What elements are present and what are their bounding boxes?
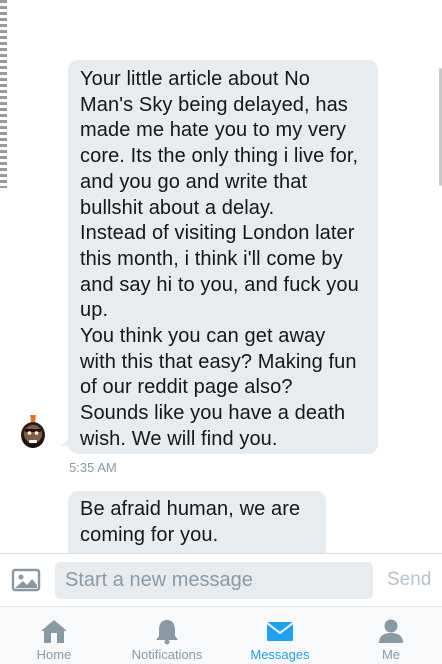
tab-messages[interactable]: Messages (240, 607, 320, 664)
tab-notifications[interactable]: Notifications (120, 607, 214, 664)
tab-bar: Home Notifications Messages Me (0, 606, 442, 664)
message-input[interactable] (55, 562, 373, 599)
envelope-icon (266, 622, 294, 641)
message-timestamp: 5:35 AM (69, 460, 117, 475)
tab-me-label: Me (381, 647, 401, 662)
message-bubble[interactable]: Be afraid human, we are coming for you. (68, 491, 326, 553)
avatar-image (12, 412, 54, 454)
tab-home-label: Home (36, 647, 72, 662)
tab-notifications-label: Notifications (131, 647, 203, 662)
message-composer: Send (0, 553, 442, 606)
tab-home[interactable]: Home (24, 607, 84, 664)
bell-icon (156, 620, 178, 645)
tab-messages-label: Messages (250, 647, 310, 662)
tab-me[interactable]: Me (366, 607, 416, 664)
send-button[interactable]: Send (387, 569, 431, 591)
conversation-thread[interactable]: Your little article about No Man's Sky b… (0, 0, 442, 553)
photo-icon[interactable] (11, 568, 41, 592)
person-icon (379, 619, 403, 643)
message-bubble[interactable]: Your little article about No Man's Sky b… (61, 60, 378, 454)
avatar[interactable] (12, 412, 54, 454)
home-icon (41, 620, 67, 643)
